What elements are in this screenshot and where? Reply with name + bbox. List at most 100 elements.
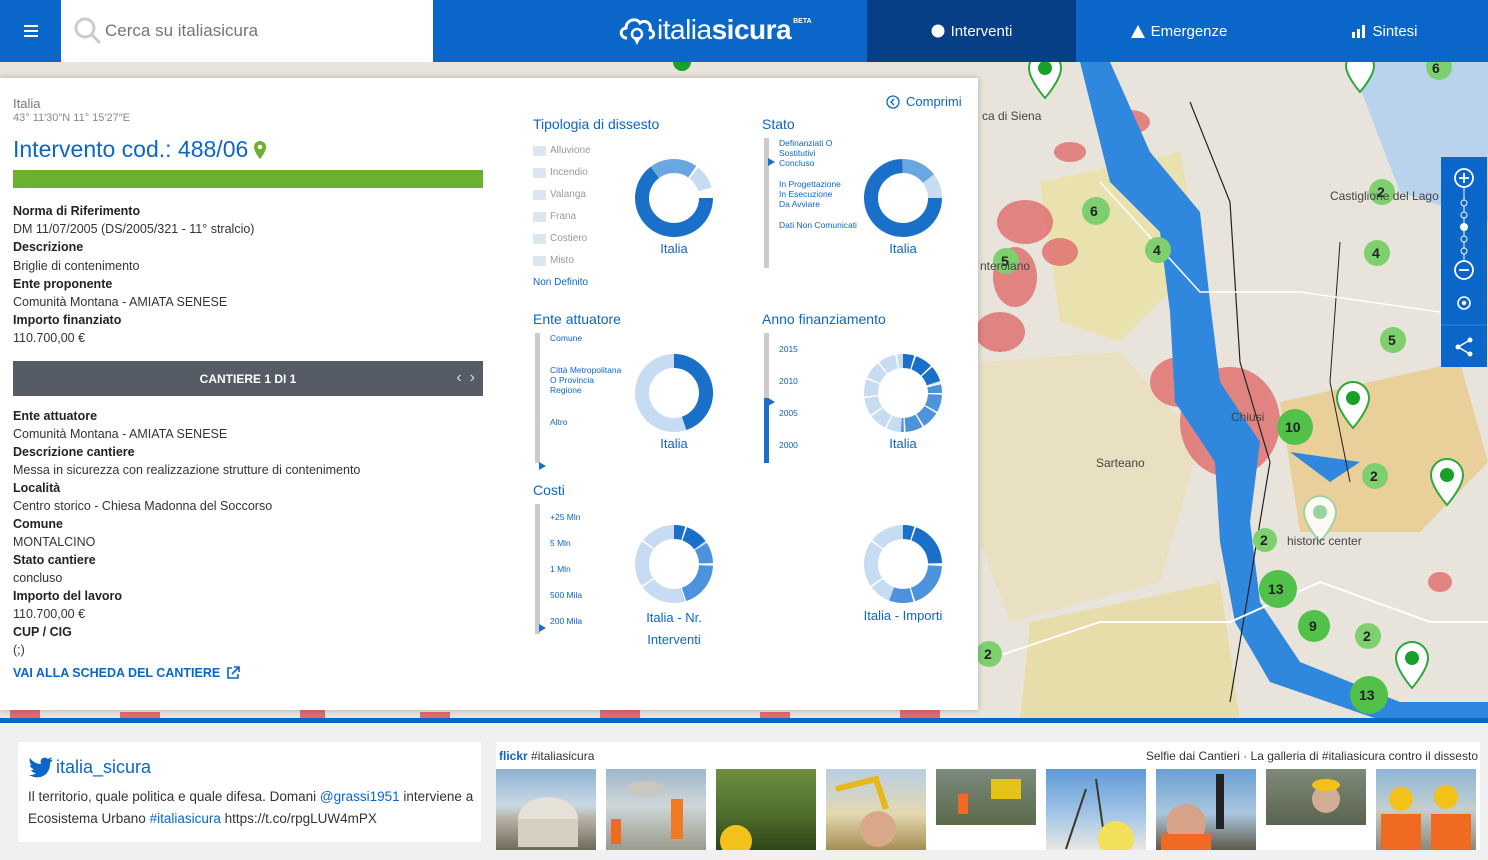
donut-tipologia[interactable]: [634, 158, 714, 238]
cluster-label[interactable]: 2: [984, 646, 992, 662]
chevron-right-icon[interactable]: ›: [470, 369, 475, 387]
photo-illustration: [611, 781, 683, 844]
twitter-handle[interactable]: italia_sicura: [28, 756, 151, 778]
share-icon[interactable]: [1455, 337, 1473, 357]
donut-costi-nr[interactable]: [634, 524, 714, 604]
cantiere-details: Ente attuatore Comunità Montana - AMIATA…: [13, 407, 483, 659]
cluster-label[interactable]: 10: [1285, 419, 1301, 435]
gallery-thumbnail[interactable]: [1266, 769, 1366, 825]
stato-legend: Definanziati O Sostitutivi Concluso In P…: [779, 138, 859, 230]
gallery-thumbnail[interactable]: [606, 769, 706, 850]
legend-item[interactable]: Regione: [550, 385, 630, 395]
legend-item[interactable]: 2000: [779, 429, 839, 461]
map-pin-icon[interactable]: [254, 140, 267, 159]
tweet-mention-link[interactable]: @grassi1951: [320, 789, 400, 804]
legend-item[interactable]: Altro: [550, 417, 630, 427]
cluster-label[interactable]: 6: [1090, 203, 1098, 219]
search-box[interactable]: [61, 0, 433, 62]
donut-costi-importi[interactable]: [863, 524, 943, 604]
legend-item[interactable]: Città Metropolitana O Provincia: [550, 365, 630, 385]
cluster-label[interactable]: 2: [1260, 532, 1268, 548]
zoom-in-icon[interactable]: [1454, 168, 1474, 188]
legend-item[interactable]: Comune: [550, 333, 630, 343]
cluster-label[interactable]: 13: [1359, 687, 1375, 703]
cluster-label[interactable]: 2: [1370, 468, 1378, 484]
field-label: CUP / CIG: [13, 625, 72, 639]
tab-emergenze[interactable]: Emergenze: [1076, 0, 1282, 62]
tab-interventi[interactable]: Interventi: [867, 0, 1076, 62]
legend-item[interactable]: 2010: [779, 365, 839, 397]
circle-icon: [931, 24, 945, 38]
legend-item[interactable]: 5 Mln: [550, 530, 630, 556]
legend-item[interactable]: 200 Mila: [550, 608, 630, 634]
legend-item[interactable]: In Esecuzione: [779, 189, 859, 199]
legend-item[interactable]: Alluvione: [533, 140, 591, 162]
donut-anno[interactable]: [863, 353, 943, 433]
gallery-thumbnail[interactable]: [936, 769, 1036, 825]
flickr-label[interactable]: flickr #italiasicura: [499, 749, 594, 763]
zoom-slider-handle[interactable]: [1460, 223, 1468, 231]
cluster-label[interactable]: 2: [1363, 628, 1371, 644]
legend-item[interactable]: Da Avviare: [779, 199, 859, 209]
gallery-thumbnail[interactable]: [496, 769, 596, 850]
legend-item[interactable]: +25 Mln: [550, 504, 630, 530]
donut-label: Italia: [660, 436, 688, 451]
donut-label-line: Italia - Nr.: [646, 610, 702, 625]
twitter-bird-icon: [29, 757, 53, 778]
legend-item[interactable]: 500 Mila: [550, 582, 630, 608]
legend-item[interactable]: Costiero: [533, 228, 591, 250]
legend-item[interactable]: 2005: [779, 397, 839, 429]
legend-item[interactable]: Concluso: [779, 158, 859, 168]
field-label: Importo finanziato: [13, 313, 122, 328]
hamburger-menu-button[interactable]: [0, 0, 61, 62]
legend-item[interactable]: Incendio: [533, 162, 591, 184]
cluster-label[interactable]: 5: [1388, 332, 1396, 348]
cluster-label[interactable]: 4: [1153, 242, 1161, 258]
donut-stato[interactable]: [863, 158, 943, 238]
legend-item[interactable]: Frana: [533, 206, 591, 228]
donut-label: Italia: [889, 436, 917, 451]
cluster-label[interactable]: 6: [1432, 62, 1440, 76]
donut-ente[interactable]: [634, 353, 714, 433]
donut-label-line: Interventi: [647, 632, 701, 647]
legend-item[interactable]: 1 Mln: [550, 556, 630, 582]
legend-pointer: [539, 462, 546, 470]
locate-icon[interactable]: [1457, 296, 1471, 310]
cluster-label[interactable]: 4: [1372, 245, 1380, 261]
field-label: Stato cantiere: [13, 553, 96, 567]
search-input[interactable]: [105, 21, 405, 41]
legend-item[interactable]: Valanga: [533, 184, 591, 206]
cluster-label[interactable]: 13: [1268, 581, 1284, 597]
chevron-left-icon[interactable]: ‹: [456, 369, 461, 387]
gallery-thumbnail[interactable]: [716, 769, 816, 850]
legend-item[interactable]: In Progettazione: [779, 179, 859, 189]
legend-item[interactable]: Definanziati O Sostitutivi: [779, 138, 859, 158]
chart-title-stato: Stato: [762, 116, 795, 132]
field-value: Messa in sicurezza con realizzazione str…: [13, 463, 361, 477]
gallery-thumbnail[interactable]: [1376, 769, 1476, 850]
legend-item[interactable]: Dati Non Comunicati: [779, 220, 859, 230]
cluster-label[interactable]: 9: [1309, 618, 1317, 634]
flickr-gallery: flickr #italiasicura Selfie dai Cantieri…: [496, 742, 1480, 850]
legend-item[interactable]: Misto: [533, 250, 591, 272]
gallery-thumbnail[interactable]: [1156, 769, 1256, 850]
zoom-out-icon[interactable]: [1454, 260, 1474, 280]
legend-scrollbar[interactable]: [535, 504, 540, 634]
field-value: Comunità Montana - AMIATA SENESE: [13, 427, 228, 441]
tweet-hashtag-link[interactable]: #italiasicura: [150, 811, 221, 826]
legend-item[interactable]: Non Definito: [533, 272, 591, 294]
legend-scrollbar[interactable]: [535, 333, 540, 463]
field-value: DM 11/07/2005 (DS/2005/321 - 11° stralci…: [13, 222, 255, 237]
gallery-thumbnail[interactable]: [826, 769, 926, 850]
scheda-cantiere-link[interactable]: VAI ALLA SCHEDA DEL CANTIERE: [13, 666, 240, 680]
logo[interactable]: italia sicura BETA: [617, 10, 812, 50]
tweet-url-link[interactable]: https://t.co/rpgLUW4mPX: [221, 811, 377, 826]
legend-pointer: [768, 158, 775, 166]
map-place-label: nteroiano: [980, 259, 1031, 273]
photo-illustration: [958, 779, 1021, 814]
comprimi-button[interactable]: Comprimi: [886, 94, 962, 109]
gallery-thumbnail[interactable]: [1046, 769, 1146, 850]
field-label: Norma di Riferimento: [13, 204, 141, 218]
legend-item[interactable]: 2015: [779, 333, 839, 365]
tab-sintesi[interactable]: Sintesi: [1282, 0, 1488, 62]
